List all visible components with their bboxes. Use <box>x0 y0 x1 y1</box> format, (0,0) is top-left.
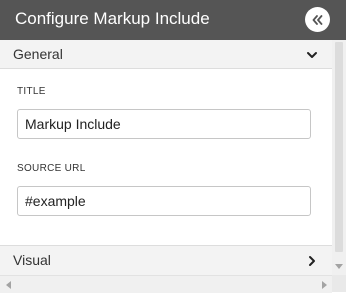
vertical-scrollbar[interactable] <box>332 40 346 275</box>
scrollbar-corner <box>332 275 346 292</box>
horizontal-scrollbar[interactable] <box>0 275 332 293</box>
section-general-label: General <box>13 46 63 62</box>
source-url-field-label: SOURCE URL <box>17 163 86 174</box>
source-url-input[interactable] <box>17 186 311 216</box>
title-input[interactable] <box>17 109 311 139</box>
scroll-left-arrow-icon[interactable] <box>5 281 11 289</box>
chevron-down-icon <box>306 49 318 61</box>
section-general-header[interactable]: General <box>0 40 332 69</box>
vertical-scrollbar-thumb[interactable] <box>335 42 343 252</box>
panel-title: Configure Markup Include <box>15 9 210 28</box>
panel-header: Configure Markup Include <box>0 0 346 40</box>
section-visual-header[interactable]: Visual <box>0 245 332 276</box>
section-visual-label: Visual <box>13 252 51 268</box>
scroll-down-arrow-icon[interactable] <box>335 263 343 269</box>
double-chevron-left-icon <box>312 14 323 25</box>
scroll-right-arrow-icon[interactable] <box>321 281 327 289</box>
collapse-panel-button[interactable] <box>305 7 330 32</box>
title-field-label: TITLE <box>17 86 46 97</box>
configure-panel: Configure Markup Include General TITLE S… <box>0 0 346 293</box>
chevron-right-icon <box>306 255 318 267</box>
